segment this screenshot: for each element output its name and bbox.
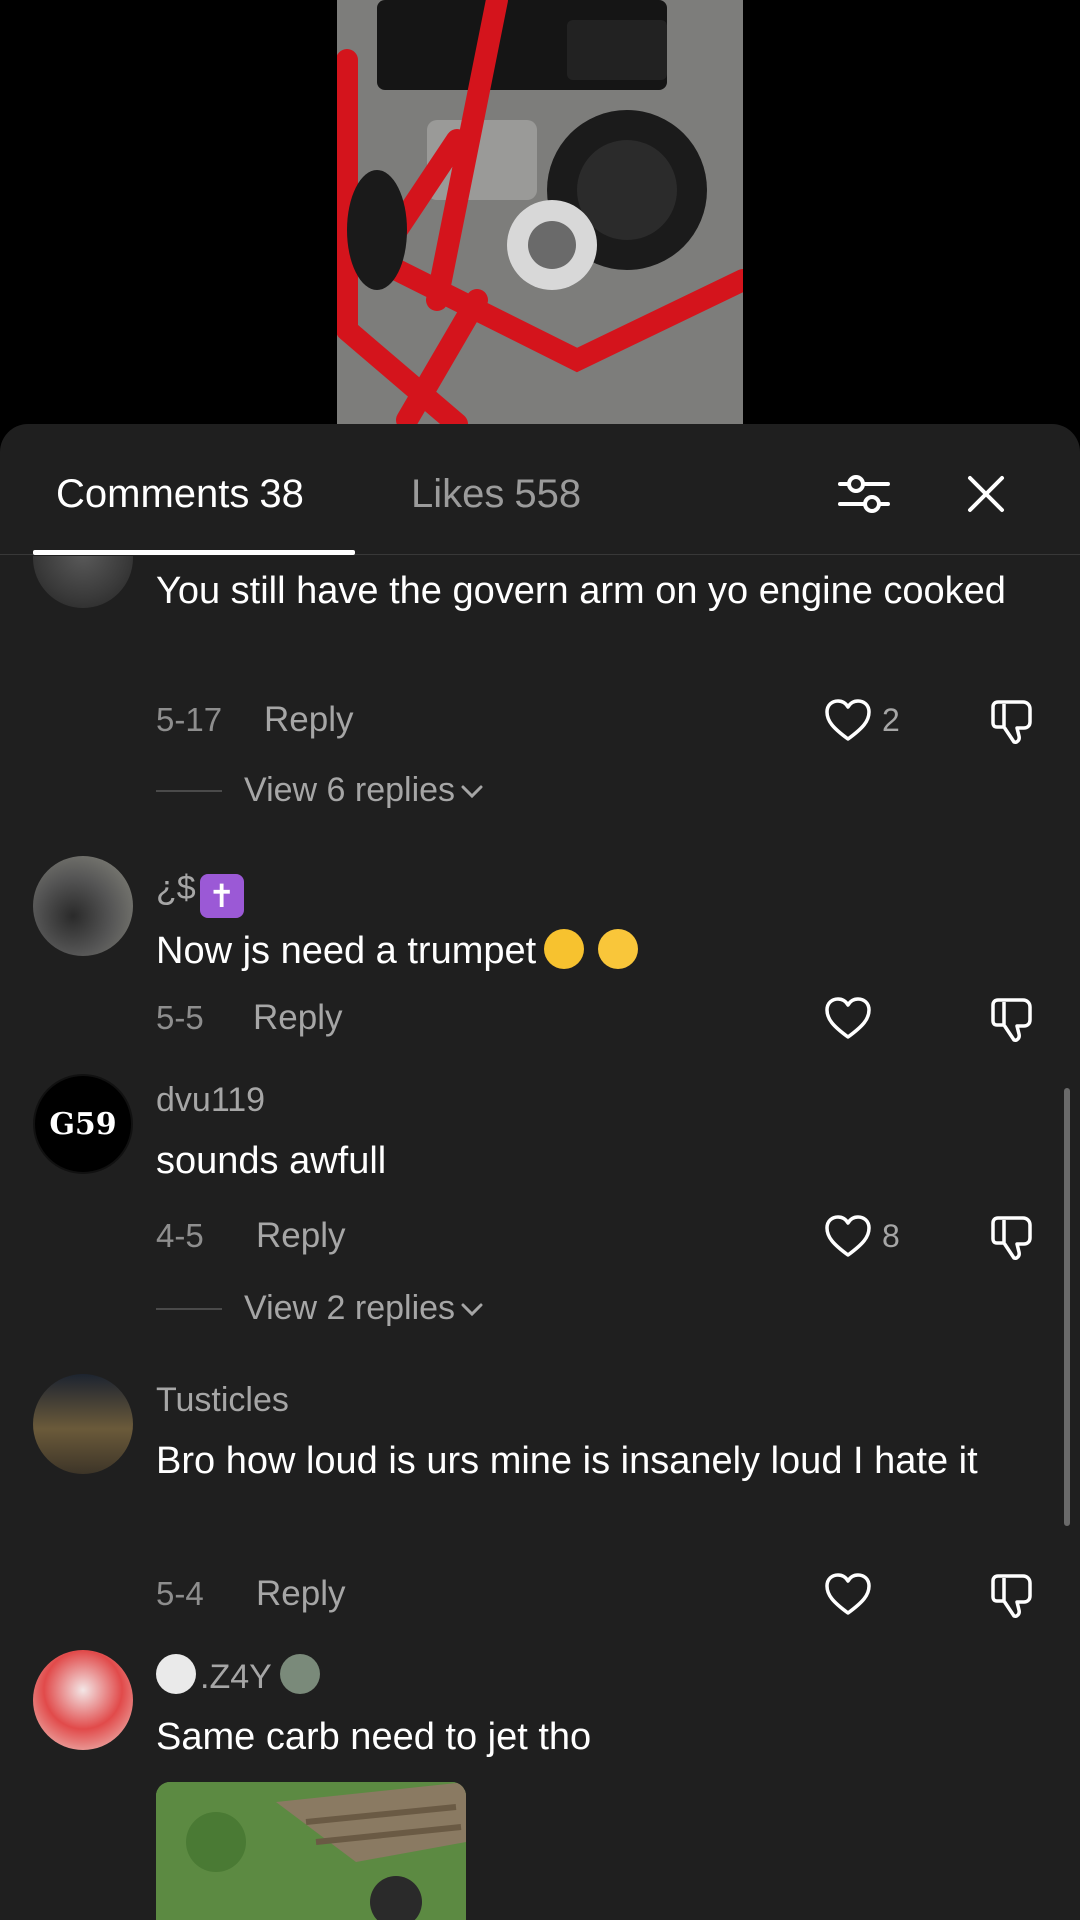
view-replies-label: View 2 replies <box>244 1289 456 1327</box>
comment-image[interactable] <box>156 1782 466 1920</box>
like-count: 2 <box>882 702 900 738</box>
thumbs-down-icon[interactable] <box>987 1212 1037 1262</box>
comment-date: 5-17 <box>156 701 223 738</box>
heart-outline-icon[interactable] <box>823 1570 873 1620</box>
video-thumbnail <box>337 0 743 424</box>
comment-username: dvu119 <box>156 1081 266 1119</box>
close-icon <box>968 476 1004 512</box>
replies-divider <box>156 790 222 792</box>
comment-username: .Z4Y <box>156 1654 320 1698</box>
avatar[interactable] <box>33 556 133 608</box>
comment-username: Tusticles <box>156 1381 289 1419</box>
comment-text: Same carb need to jet tho <box>156 1716 592 1758</box>
reply-button[interactable]: Reply <box>264 698 353 742</box>
comment-text-content: Now js need a trumpet <box>156 930 537 972</box>
comment-text: You still have the govern arm on yo engi… <box>156 570 1006 612</box>
ghost-emoji <box>156 1654 196 1694</box>
comment-date: 5-5 <box>156 999 204 1036</box>
view-replies-label: View 6 replies <box>244 771 456 809</box>
heart-outline-icon[interactable] <box>823 696 873 746</box>
comment-date: 5-4 <box>156 1575 204 1612</box>
avatar[interactable] <box>33 1650 133 1750</box>
tab-comments-count: 38 <box>259 472 304 516</box>
comment-username: ¿$ ✝ <box>156 866 244 918</box>
heart-outline-icon[interactable] <box>823 1212 873 1262</box>
tired-face-emoji <box>598 929 639 969</box>
tab-likes-label: Likes <box>411 472 505 516</box>
comment-list[interactable]: You still have the govern arm on yo engi… <box>0 556 1080 1920</box>
heart-outline-icon[interactable] <box>823 994 873 1044</box>
chevron-down-icon <box>461 785 483 799</box>
cross-emoji: ✝ <box>199 874 244 918</box>
tab-bar: Comments 38 Likes 558 <box>0 424 1080 555</box>
comment-text: Now js need a trumpet <box>156 922 1016 980</box>
username-text: ¿$ <box>156 869 196 907</box>
tab-comments[interactable]: Comments 38 <box>56 469 304 519</box>
comment-text: sounds awfull <box>156 1140 387 1182</box>
chevron-down-icon <box>461 1303 483 1317</box>
tab-comments-label: Comments <box>56 472 250 516</box>
filter-button[interactable] <box>834 464 894 524</box>
replies-divider <box>156 1308 222 1310</box>
view-replies-button[interactable]: View 2 replies <box>244 1286 483 1330</box>
scrollbar[interactable] <box>1064 1088 1070 1526</box>
view-replies-button[interactable]: View 6 replies <box>244 768 483 812</box>
video-preview[interactable] <box>0 0 1080 424</box>
avatar[interactable] <box>33 1374 133 1474</box>
avatar[interactable] <box>33 856 133 956</box>
active-tab-indicator <box>33 550 355 555</box>
like-count: 8 <box>882 1218 900 1254</box>
tab-likes-count: 558 <box>514 472 582 516</box>
avatar-text: G59 <box>49 1106 117 1142</box>
sliders-icon <box>838 475 890 513</box>
username-text: .Z4Y <box>200 1658 272 1696</box>
thumbs-down-icon[interactable] <box>987 696 1037 746</box>
comment-text: Bro how loud is urs mine is insanely lou… <box>156 1440 978 1482</box>
tab-likes[interactable]: Likes 558 <box>411 469 581 519</box>
ok-hand-emoji <box>544 929 585 969</box>
thumbs-down-icon[interactable] <box>987 994 1037 1044</box>
thumbs-down-icon[interactable] <box>987 1570 1037 1620</box>
zombie-emoji <box>279 1654 320 1694</box>
reply-button[interactable]: Reply <box>256 1572 345 1616</box>
reply-button[interactable]: Reply <box>256 1214 345 1258</box>
reply-button[interactable]: Reply <box>253 996 342 1040</box>
avatar[interactable]: G59 <box>33 1074 133 1174</box>
comment-date: 4-5 <box>156 1217 204 1254</box>
comments-sheet: Comments 38 Likes 558 You still have the g… <box>0 424 1080 1920</box>
close-button[interactable] <box>956 464 1016 524</box>
comment-image-content <box>156 1782 466 1920</box>
